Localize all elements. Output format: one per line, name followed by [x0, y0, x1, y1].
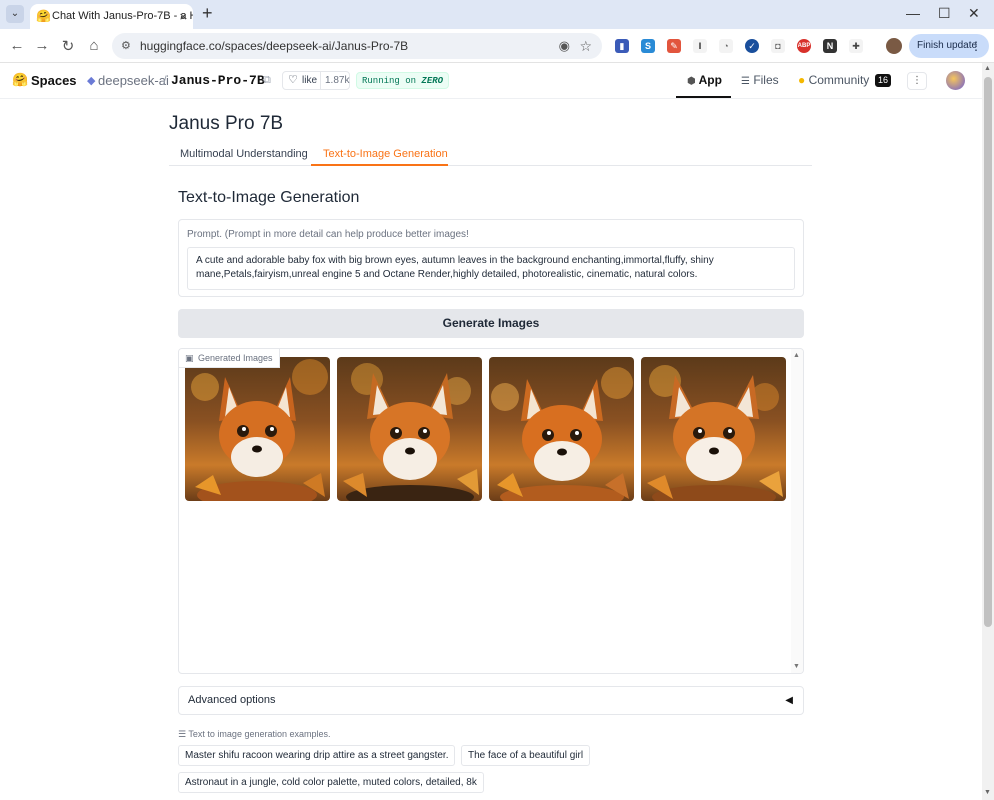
back-icon[interactable]: ← [8, 37, 26, 54]
list-icon: ☰ [178, 729, 187, 739]
nav-community[interactable]: ● Community [798, 73, 869, 87]
extension-notion-icon[interactable]: N [823, 39, 837, 53]
nav-app[interactable]: ⬢ App [687, 73, 722, 87]
home-icon[interactable]: ⌂ [85, 37, 103, 54]
extension-tool-icon[interactable]: ✎ [667, 39, 681, 53]
heart-icon: ♡ [288, 74, 298, 86]
prompt-input[interactable]: A cute and adorable baby fox with big br… [187, 247, 795, 290]
prompt-label: Prompt. (Prompt in more detail can help … [187, 229, 469, 240]
advanced-options-label: Advanced options [188, 694, 276, 706]
page-scrollbar[interactable]: ▲ ▼ [982, 63, 994, 800]
gallery-label: ▣ Generated Images [179, 349, 280, 368]
example-chip-1[interactable]: Master shifu racoon wearing drip attire … [178, 745, 456, 766]
reload-icon[interactable]: ↻ [59, 37, 77, 55]
generate-images-button[interactable]: Generate Images [178, 309, 804, 338]
nav-files[interactable]: ☰ Files [741, 73, 779, 87]
scroll-down-icon[interactable]: ▼ [984, 789, 991, 796]
extension-abp-icon[interactable]: ABP [797, 39, 811, 53]
hf-favicon-icon: 🤗 [36, 9, 51, 23]
example-chip-3[interactable]: Astronaut in a jungle, cold color palett… [178, 772, 484, 793]
files-icon: ☰ [741, 76, 750, 87]
generated-image-3[interactable] [489, 357, 634, 501]
extension-info-icon[interactable]: I [693, 39, 707, 53]
generated-image-2[interactable] [337, 357, 482, 501]
window-close-icon[interactable]: ✕ [968, 5, 980, 22]
generated-images-gallery: ▣ Generated Images ▲ ▼ [178, 348, 804, 674]
section-title: Text-to-Image Generation [178, 189, 360, 206]
status-hardware: ZERO [421, 76, 444, 86]
like-button[interactable]: ♡ like 1.87k [282, 71, 350, 90]
extension-bookmark-icon[interactable]: ▮ [615, 39, 629, 53]
active-tab-underline [311, 164, 448, 166]
owner-link[interactable]: deepseek-ai [98, 73, 169, 88]
prompt-block: Prompt. (Prompt in more detail can help … [178, 219, 804, 297]
advanced-options-accordion[interactable]: Advanced options ◀ [178, 686, 804, 715]
finish-update-label: Finish update [917, 40, 978, 51]
spaces-link[interactable]: Spaces [31, 73, 77, 88]
generated-image-4[interactable] [641, 357, 786, 501]
minimize-icon[interactable]: — [906, 5, 920, 21]
forward-icon[interactable]: → [33, 37, 51, 54]
url-text: huggingface.co/spaces/deepseek-ai/Janus-… [140, 39, 409, 53]
eye-off-icon[interactable]: ◉ [559, 33, 570, 59]
app-cube-icon: ⬢ [687, 76, 696, 87]
new-tab-icon[interactable]: + [202, 3, 213, 24]
extension-mouse-icon[interactable]: ◔ [719, 39, 733, 53]
copy-icon[interactable]: ⧉ [263, 74, 271, 87]
extension-check-icon[interactable]: ✓ [745, 39, 759, 53]
bookmark-star-icon[interactable]: ☆ [579, 33, 592, 59]
gallery-label-text: Generated Images [198, 353, 273, 363]
extensions-puzzle-icon[interactable]: ✚ [849, 39, 863, 53]
tab-text-to-image[interactable]: Text-to-Image Generation [323, 148, 448, 160]
extension-sync-icon[interactable]: S [641, 39, 655, 53]
more-options-icon[interactable]: ⋮ [907, 72, 927, 90]
gallery-scrollbar[interactable]: ▲ ▼ [791, 349, 803, 673]
browser-tabstrip: ⌄ 🤗 Chat With Janus-Pro-7B - a Hug × + —… [0, 0, 994, 29]
finish-update-button[interactable]: Finish update ⋮ [909, 34, 989, 58]
tab-multimodal-understanding[interactable]: Multimodal Understanding [180, 148, 308, 160]
browser-tab[interactable]: 🤗 Chat With Janus-Pro-7B - a Hug × [30, 4, 193, 29]
nav-community-label: Community [808, 73, 870, 87]
close-tab-icon[interactable]: × [179, 4, 187, 29]
org-avatar-icon: ◆ [87, 75, 96, 87]
user-avatar[interactable] [946, 71, 965, 90]
app-tabs: Multimodal Understanding Text-to-Image G… [169, 144, 812, 166]
hf-logo-icon[interactable]: 🤗 [12, 72, 28, 88]
site-settings-icon[interactable]: ⚙ [121, 33, 131, 59]
image-icon: ▣ [185, 353, 194, 363]
like-label: like [302, 75, 318, 86]
browser-tab-title: Chat With Janus-Pro-7B - a Hug [52, 10, 193, 22]
hf-header: 🤗 Spaces ◆ deepseek-ai / Janus-Pro-7B ⧉ … [0, 63, 982, 99]
browser-menu-icon[interactable]: ⋮ [970, 34, 982, 58]
status-badge[interactable]: Running on ZERO [356, 72, 450, 89]
scroll-up-icon[interactable]: ▲ [984, 65, 991, 72]
address-bar[interactable]: ⚙ huggingface.co/spaces/deepseek-ai/Janu… [112, 33, 602, 59]
extension-camera-icon[interactable]: ◘ [771, 39, 785, 53]
browser-toolbar: ← → ↻ ⌂ ⚙ huggingface.co/spaces/deepseek… [0, 29, 994, 63]
nav-files-label: Files [753, 73, 779, 87]
community-count-badge: 16 [875, 74, 892, 87]
examples-label-text: Text to image generation examples. [188, 729, 331, 739]
maximize-icon[interactable]: ☐ [938, 5, 951, 22]
like-count: 1.87k [320, 72, 349, 89]
app-title: Janus Pro 7B [169, 113, 284, 134]
tab-search-chevron-icon[interactable]: ⌄ [6, 5, 24, 23]
examples-label: ☰ Text to image generation examples. [178, 729, 331, 740]
gallery-scroll-up-icon[interactable]: ▲ [793, 352, 800, 359]
repo-name[interactable]: Janus-Pro-7B [171, 73, 265, 88]
breadcrumb-separator: / [163, 73, 167, 88]
nav-app-underline [676, 96, 731, 98]
community-icon: ● [798, 73, 806, 87]
nav-app-label: App [698, 73, 722, 87]
gallery-scroll-down-icon[interactable]: ▼ [793, 663, 800, 670]
example-chip-2[interactable]: The face of a beautiful girl [461, 745, 591, 766]
status-prefix: Running on [362, 76, 417, 86]
profile-avatar[interactable] [886, 38, 902, 54]
generated-image-1[interactable] [185, 357, 330, 501]
collapse-arrow-icon: ◀ [785, 695, 793, 706]
page-scrollbar-thumb[interactable] [984, 77, 992, 627]
